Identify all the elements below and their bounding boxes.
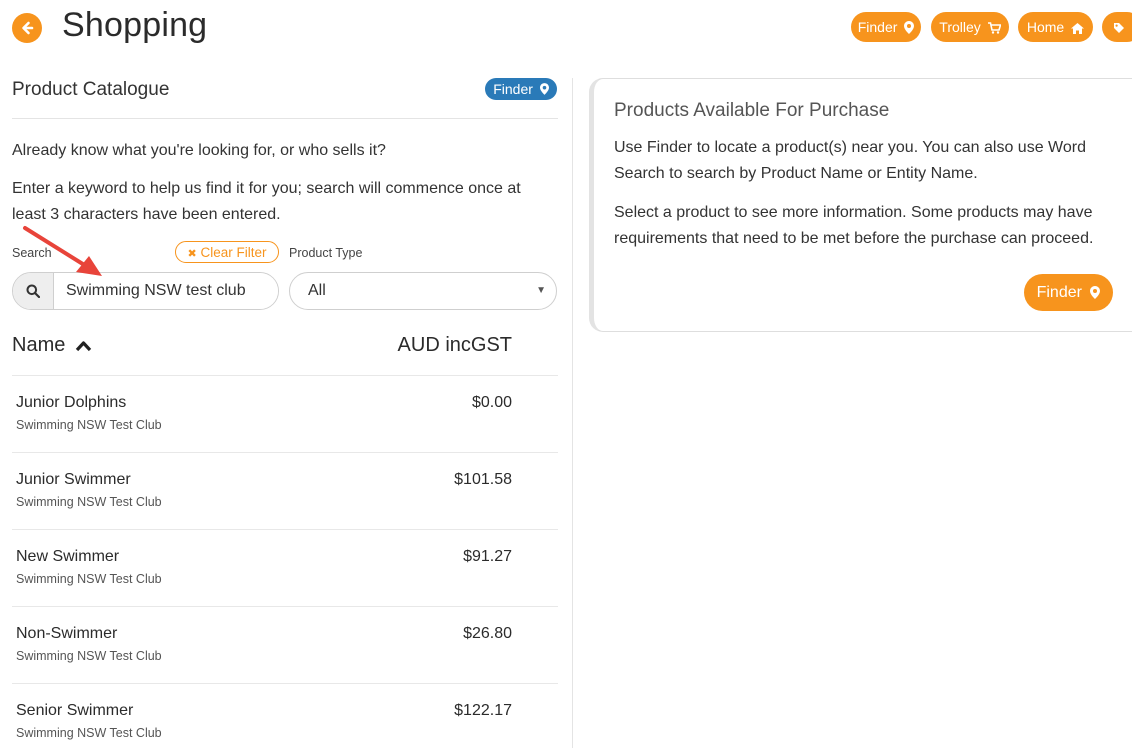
product-seller: Swimming NSW Test Club [16,649,162,663]
trolley-button[interactable]: Trolley [931,12,1009,42]
product-price: $91.27 [463,548,512,565]
finder-badge-button[interactable]: Finder [485,78,557,100]
name-column-label: Name [12,334,66,356]
clear-filter-button[interactable]: ✖ Clear Filter [175,241,279,263]
product-name: New Swimmer [16,548,120,565]
product-type-value: All [308,282,326,299]
back-button[interactable] [12,13,42,43]
search-label: Search [12,246,52,260]
row-divider [12,683,558,684]
column-divider [572,78,573,748]
product-name: Junior Dolphins [16,394,127,411]
product-price: $122.17 [454,702,512,719]
product-seller: Swimming NSW Test Club [16,495,162,509]
home-label: Home [1026,19,1065,35]
product-seller: Swimming NSW Test Club [16,726,162,740]
intro-text: Already know what you're looking for, or… [12,142,386,159]
search-icon-addon [13,273,54,309]
finder-card-label: Finder [1036,284,1082,301]
finder-badge-label: Finder [493,81,533,97]
clear-filter-label: Clear Filter [200,245,267,260]
chevron-up-icon [75,341,92,352]
home-icon [1071,23,1085,34]
close-icon: ✖ [187,248,197,260]
price-column-header: AUD incGST [397,334,512,356]
product-name: Senior Swimmer [16,702,134,719]
product-seller: Swimming NSW Test Club [16,418,162,432]
row-divider [12,529,558,530]
tag-button[interactable] [1102,12,1132,42]
product-price: $26.80 [463,625,512,642]
section-divider [12,118,558,119]
name-column-header[interactable]: Name [12,334,92,357]
map-marker-icon [539,83,549,95]
catalogue-title: Product Catalogue [12,79,170,100]
info-paragraph-select: Select a product to see more information… [614,204,1094,247]
map-marker-icon [904,21,915,34]
product-type-label: Product Type [289,246,363,260]
product-name: Junior Swimmer [16,471,131,488]
page-title: Shopping [62,6,208,44]
trolley-label: Trolley [939,19,981,35]
row-divider [12,375,558,376]
product-seller: Swimming NSW Test Club [16,572,162,586]
finder-card-button[interactable]: Finder [1024,274,1113,311]
search-group [12,272,279,310]
search-input[interactable] [54,273,278,309]
arrow-left-icon [22,21,34,35]
home-button[interactable]: Home [1018,12,1093,42]
search-icon [26,284,40,298]
row-divider [12,452,558,453]
info-paragraph-finder: Use Finder to locate a product(s) near y… [614,139,1086,182]
info-card-title: Products Available For Purchase [614,100,890,121]
row-divider [12,606,558,607]
finder-top-button[interactable]: Finder [851,12,921,42]
product-price: $0.00 [471,394,512,411]
product-name: Non-Swimmer [16,625,118,642]
product-type-select[interactable]: All ▼ [289,272,557,310]
caret-down-icon: ▼ [536,285,546,296]
finder-top-label: Finder [857,19,898,35]
tag-icon [1114,23,1124,33]
product-price: $101.58 [454,471,512,488]
instructions-text: Enter a keyword to help us find it for y… [12,180,521,223]
shopping-cart-icon [987,22,1002,34]
map-marker-icon [1090,286,1101,299]
